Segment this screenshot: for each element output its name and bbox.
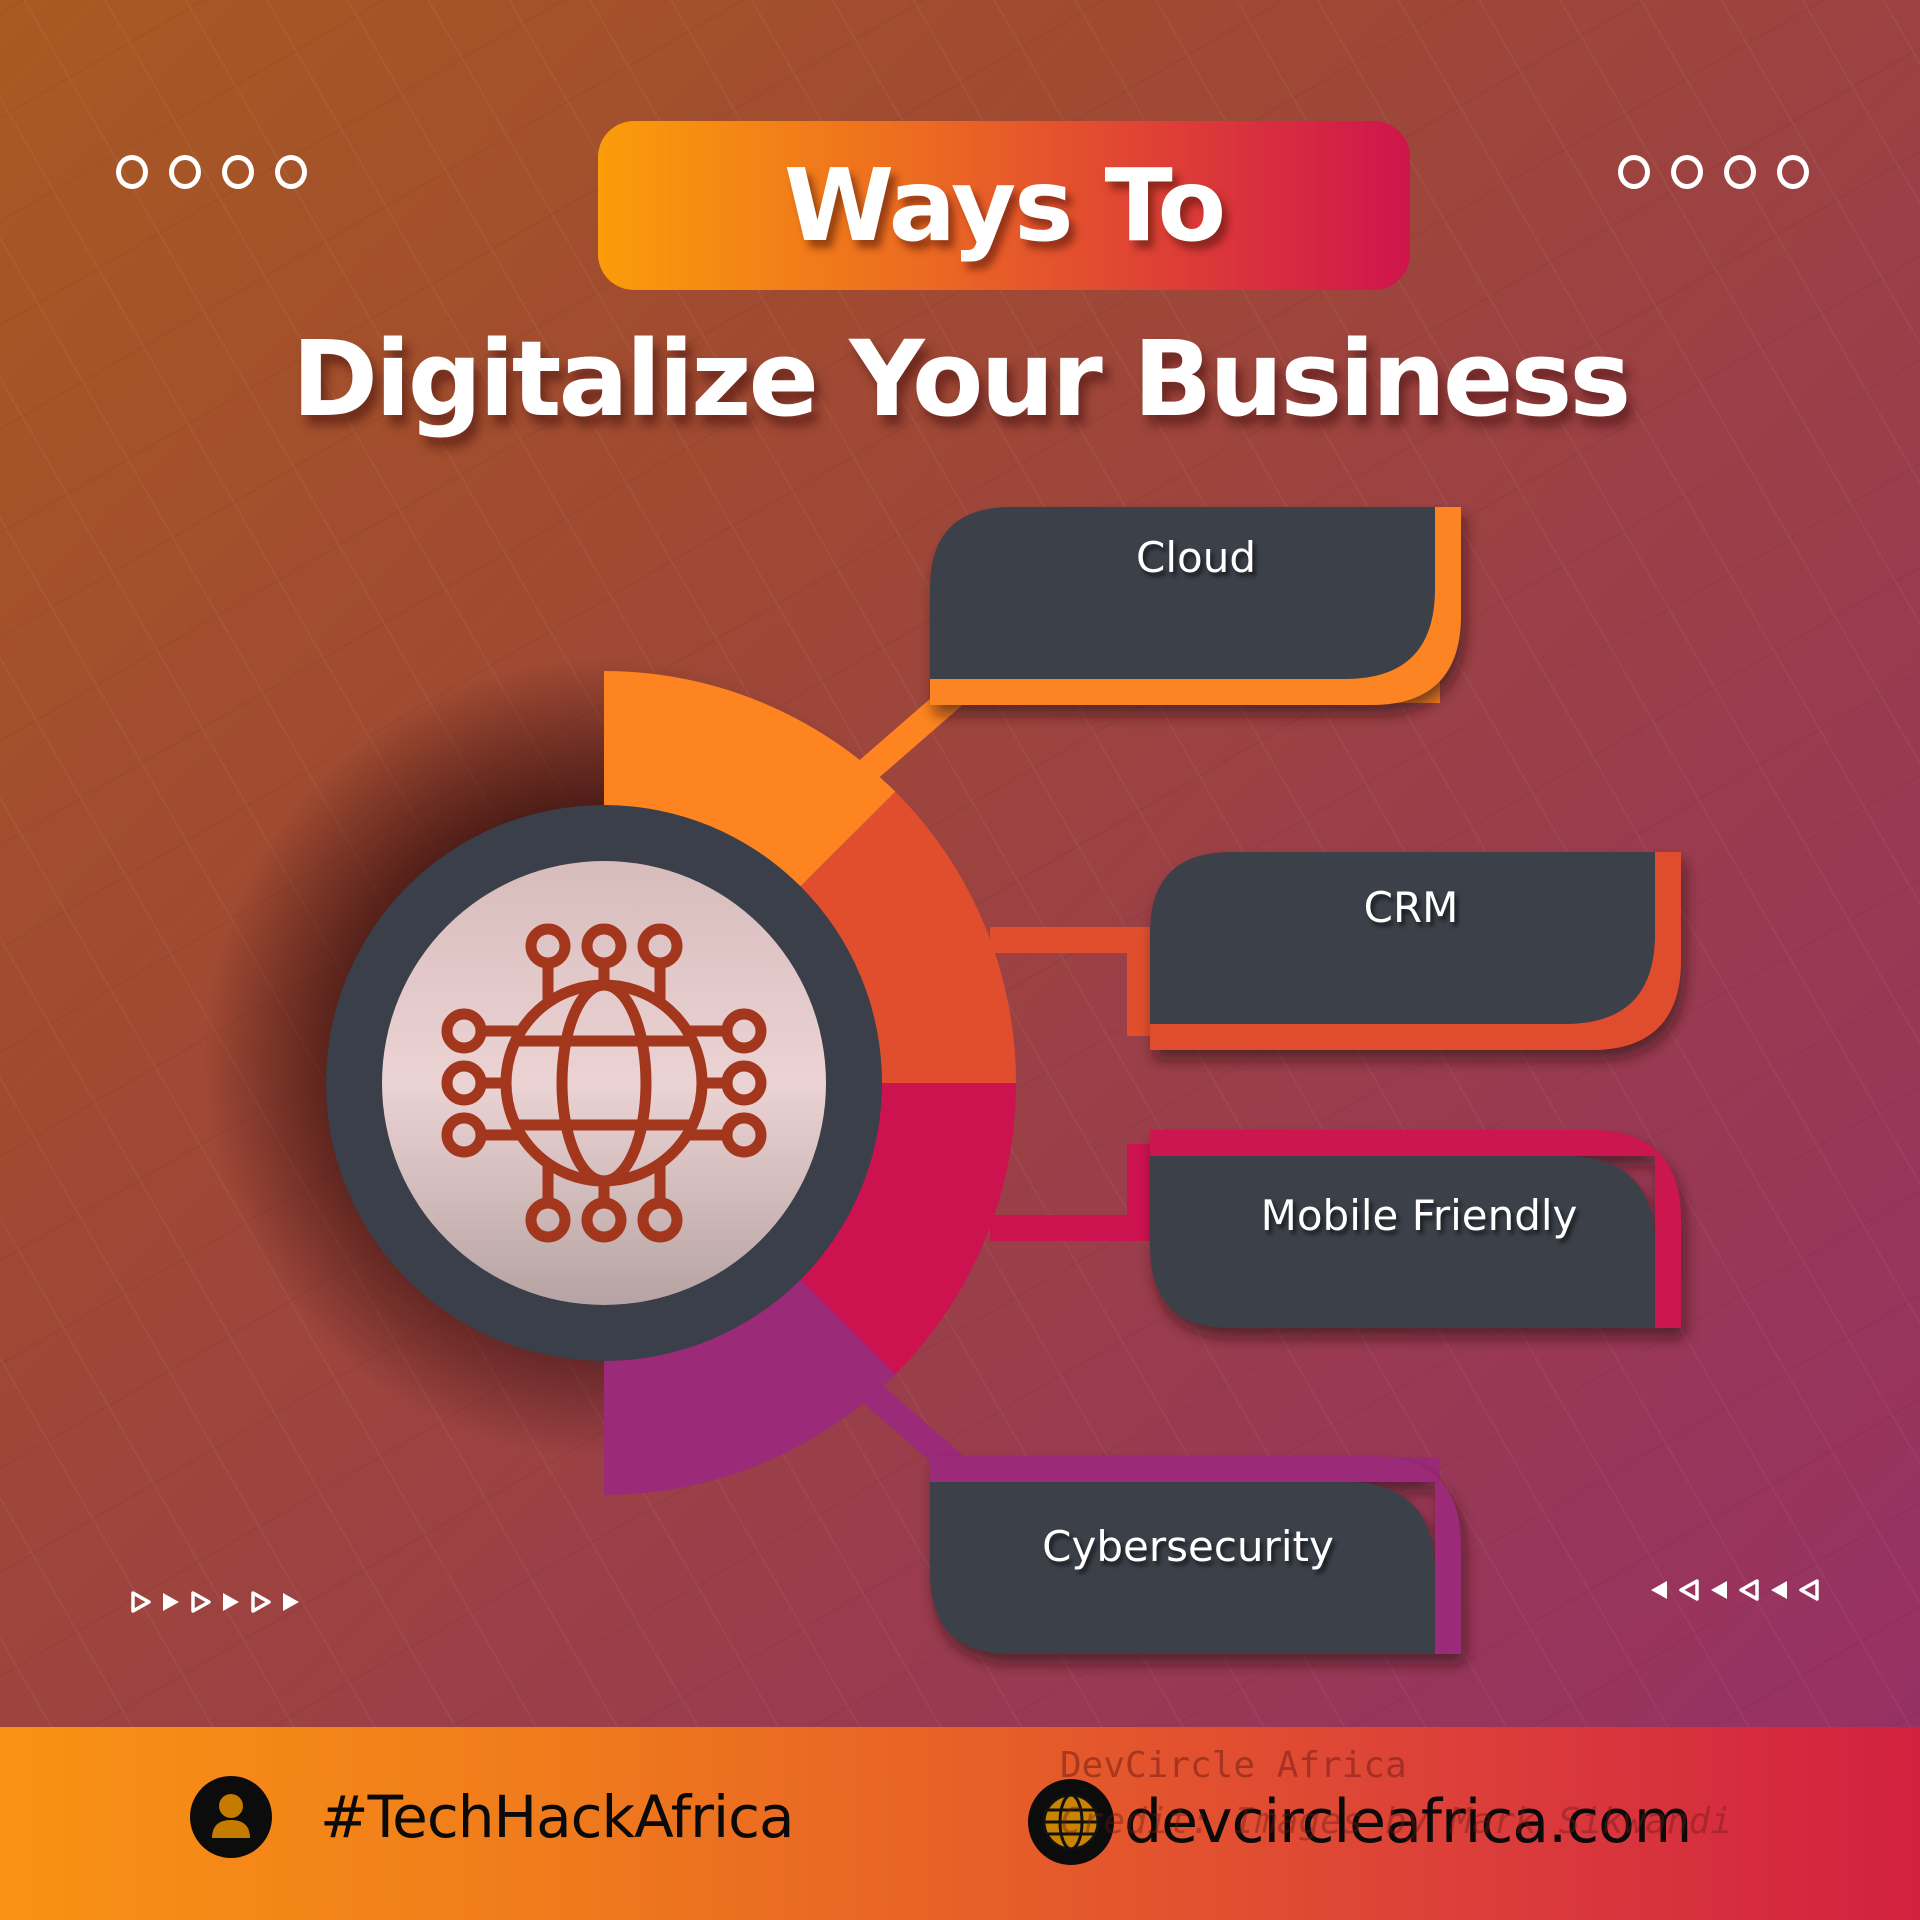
item-box-fill [1150, 852, 1655, 1024]
item-boxes [930, 507, 1681, 1654]
decor-arrows-right-pointing [130, 1590, 302, 1614]
back-triangle-icon [1651, 1581, 1667, 1599]
decor-arrows-left-pointing [1648, 1578, 1820, 1602]
item-label-crm: CRM [1363, 883, 1459, 932]
watermark: DevCircle Africa Credit: Images by Mark … [1060, 1743, 1732, 1845]
diagram [204, 507, 1681, 1654]
watermark-line2: Credit: Images by Mark Sikwandi [1060, 1801, 1732, 1842]
connector-2 [990, 1144, 1153, 1241]
infographic-canvas: Ways To Digitalize Your Business Cloud C… [0, 0, 1920, 1920]
play-triangle-icon [251, 1591, 271, 1613]
user-icon [190, 1776, 272, 1858]
play-triangle-icon [131, 1591, 151, 1613]
play-triangle-icon [163, 1593, 179, 1611]
item-box-1 [1150, 852, 1681, 1050]
play-triangle-icon [283, 1593, 299, 1611]
play-triangle-icon [191, 1591, 211, 1613]
item-label-mobile-friendly: Mobile Friendly [1260, 1191, 1578, 1240]
hashtag-text: #TechHackAfrica [320, 1783, 795, 1851]
connector-1 [990, 927, 1153, 1036]
back-triangle-icon [1739, 1579, 1759, 1601]
back-triangle-icon [1711, 1581, 1727, 1599]
item-label-cloud: Cloud [1136, 533, 1256, 582]
item-label-cybersecurity: Cybersecurity [1042, 1522, 1334, 1571]
footer-hashtag-group: #TechHackAfrica [190, 1776, 795, 1858]
back-triangle-icon [1679, 1579, 1699, 1601]
play-triangle-icon [223, 1593, 239, 1611]
back-triangle-icon [1799, 1579, 1819, 1601]
watermark-line1: DevCircle Africa [1060, 1745, 1407, 1786]
item-box-fill [1150, 1156, 1655, 1328]
back-triangle-icon [1771, 1581, 1787, 1599]
